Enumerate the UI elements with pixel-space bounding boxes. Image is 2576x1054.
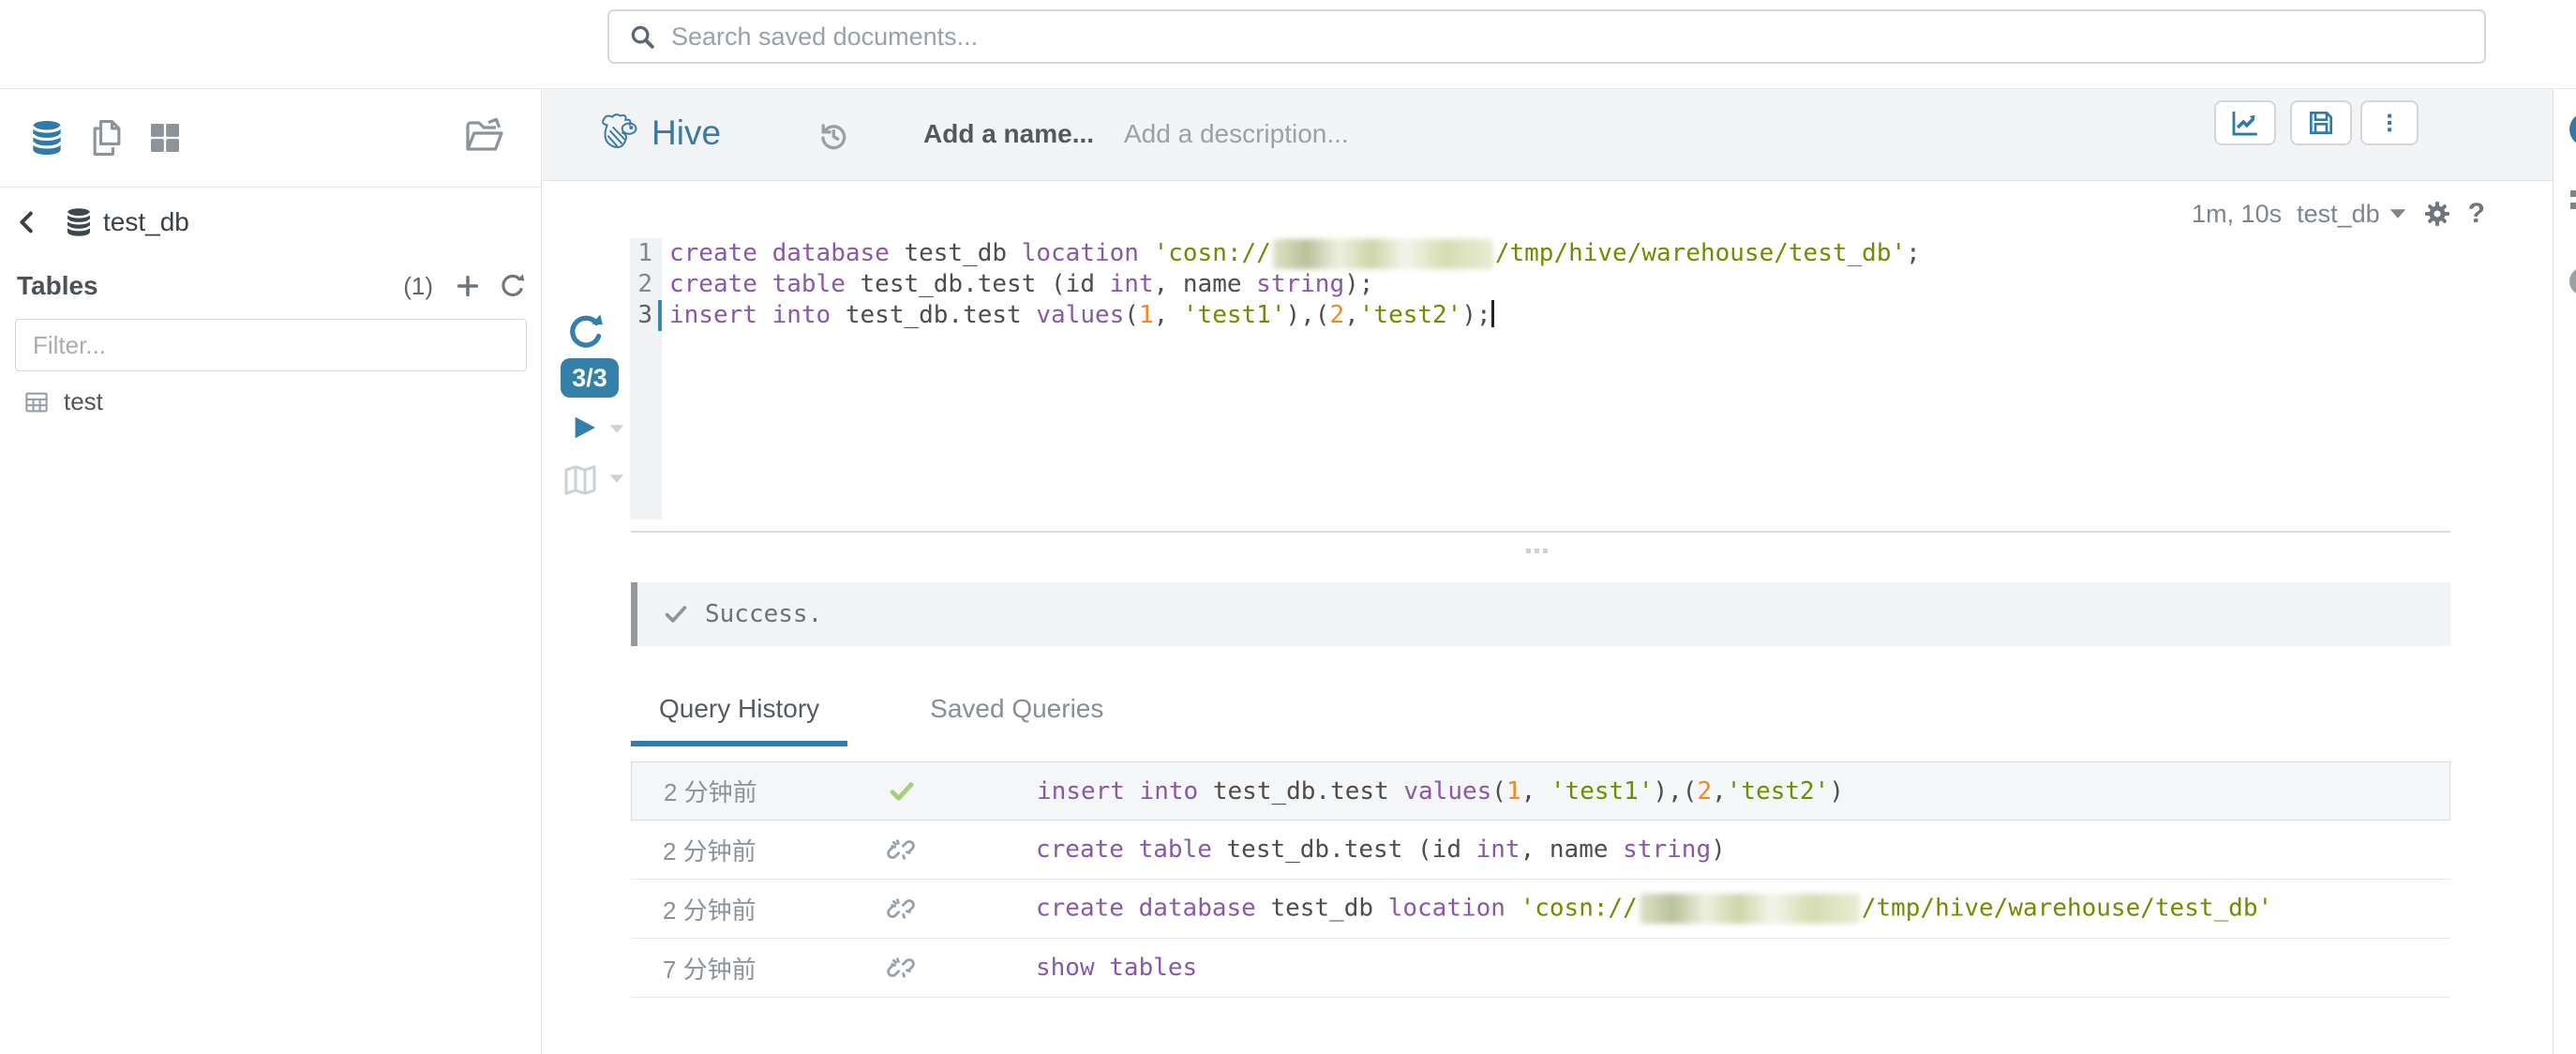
query-description-field[interactable]: Add a description...	[1124, 119, 1349, 149]
status-broken-link-icon	[886, 835, 916, 865]
table-name: test	[64, 387, 103, 416]
table-filter-input[interactable]	[31, 330, 511, 361]
documents-assist-icon[interactable]	[86, 117, 127, 158]
refresh-statement-icon[interactable]	[566, 313, 606, 353]
code-line: create table test_db.test (id int, name …	[669, 269, 2450, 300]
explain-map-icon[interactable]	[562, 461, 599, 499]
right-assist-dots-icon[interactable]	[2570, 190, 2576, 215]
code-line: create database test_db location 'cosn:/…	[669, 238, 2450, 269]
right-assist-gray-icon[interactable]	[2569, 267, 2576, 295]
assist-sidebar: test_db Tables (1) test	[0, 89, 542, 1054]
add-table-plus-icon[interactable]	[454, 272, 482, 300]
search-input[interactable]	[669, 22, 2484, 53]
right-assist-blue-icon[interactable]	[2569, 113, 2576, 146]
map-options-caret-icon[interactable]	[609, 474, 624, 484]
line-number: 2	[630, 269, 662, 300]
table-filter-box[interactable]	[15, 319, 527, 371]
status-broken-link-icon	[886, 953, 916, 983]
execute-options-caret-icon[interactable]	[609, 424, 624, 434]
editor-gutter: 123	[630, 238, 662, 519]
query-text: create table test_db.test (id int, name …	[1036, 836, 1726, 864]
query-timestamp: 7 分钟前	[631, 951, 886, 986]
query-history-row[interactable]: 7 分钟前 show tables	[631, 939, 2450, 998]
result-tabs: Query History Saved Queries	[631, 686, 1131, 746]
status-broken-link-icon	[886, 894, 916, 924]
statement-counter-badge: 3/3	[561, 358, 619, 398]
query-status	[886, 894, 1036, 924]
breadcrumb-database-name[interactable]: test_db	[103, 207, 189, 237]
settings-gear-icon[interactable]	[2421, 198, 2453, 230]
tables-header-label: Tables	[17, 271, 98, 301]
query-text: create database test_db location 'cosn:/…	[1036, 894, 2272, 924]
sql-editor[interactable]: create database test_db location 'cosn:/…	[669, 238, 2450, 331]
query-history-icon[interactable]	[816, 119, 850, 153]
query-text: show tables	[1036, 954, 1197, 982]
line-number: 3	[630, 300, 662, 331]
database-assist-icon[interactable]	[26, 115, 67, 160]
engine-title: Hive	[651, 113, 721, 153]
search-icon	[628, 23, 656, 51]
selected-database: test_db	[2297, 200, 2380, 229]
editor-result-divider	[631, 531, 2450, 533]
hue-editor-page: test_db Tables (1) test Hive	[0, 0, 2576, 1054]
status-success-check-icon	[887, 776, 917, 806]
line-number: 1	[630, 238, 662, 269]
help-icon[interactable]: ?	[2468, 198, 2485, 230]
top-bar	[0, 0, 2576, 89]
query-history-table: 2 分钟前 insert into test_db.test values(1,…	[631, 761, 2450, 998]
success-check-icon	[662, 600, 690, 628]
query-timestamp: 2 分钟前	[632, 774, 887, 808]
status-banner: Success.	[631, 582, 2450, 646]
execution-duration: 1m, 10s	[2192, 200, 2282, 229]
query-timestamp: 2 分钟前	[631, 892, 886, 926]
tab-query-history[interactable]: Query History	[631, 686, 847, 746]
query-history-row[interactable]: 2 分钟前 insert into test_db.test values(1,…	[631, 761, 2450, 821]
query-status	[886, 835, 1036, 865]
table-grid-icon	[22, 388, 51, 416]
tables-count: (1)	[403, 272, 433, 301]
resize-grip[interactable]	[1526, 549, 1548, 553]
status-banner-text: Success.	[705, 600, 822, 628]
more-actions-button[interactable]	[2360, 100, 2419, 145]
refresh-tables-icon[interactable]	[499, 272, 527, 300]
folder-documents-icon[interactable]	[461, 113, 506, 158]
apps-grid-icon[interactable]	[146, 119, 184, 157]
hive-logo-icon	[597, 112, 646, 155]
right-assist-panel-edge	[2553, 89, 2576, 1054]
execute-play-button[interactable]	[569, 413, 599, 443]
back-chevron-icon[interactable]	[13, 208, 41, 236]
query-history-row[interactable]: 2 分钟前 create database test_db location '…	[631, 880, 2450, 939]
query-status	[887, 776, 1037, 806]
chart-button[interactable]	[2214, 100, 2276, 145]
database-icon	[62, 204, 96, 240]
sidebar-table-item-test[interactable]: test	[22, 387, 103, 416]
database-selector[interactable]: test_db	[2297, 200, 2406, 229]
code-line: insert into test_db.test values(1, 'test…	[669, 300, 2450, 331]
tab-saved-queries[interactable]: Saved Queries	[902, 686, 1131, 746]
query-timestamp: 2 分钟前	[631, 833, 886, 867]
assist-icon-row	[0, 89, 541, 188]
editor-meta-row: 1m, 10s test_db ?	[543, 195, 2553, 233]
query-status	[886, 953, 1036, 983]
document-search-box[interactable]	[607, 9, 2486, 64]
query-text: insert into test_db.test values(1, 'test…	[1037, 777, 1844, 806]
query-name-field[interactable]: Add a name...	[923, 119, 1094, 149]
query-history-row[interactable]: 2 分钟前 create table test_db.test (id int,…	[631, 821, 2450, 880]
save-button[interactable]	[2290, 100, 2352, 145]
editor-header: Hive Add a name... Add a description...	[543, 89, 2553, 181]
